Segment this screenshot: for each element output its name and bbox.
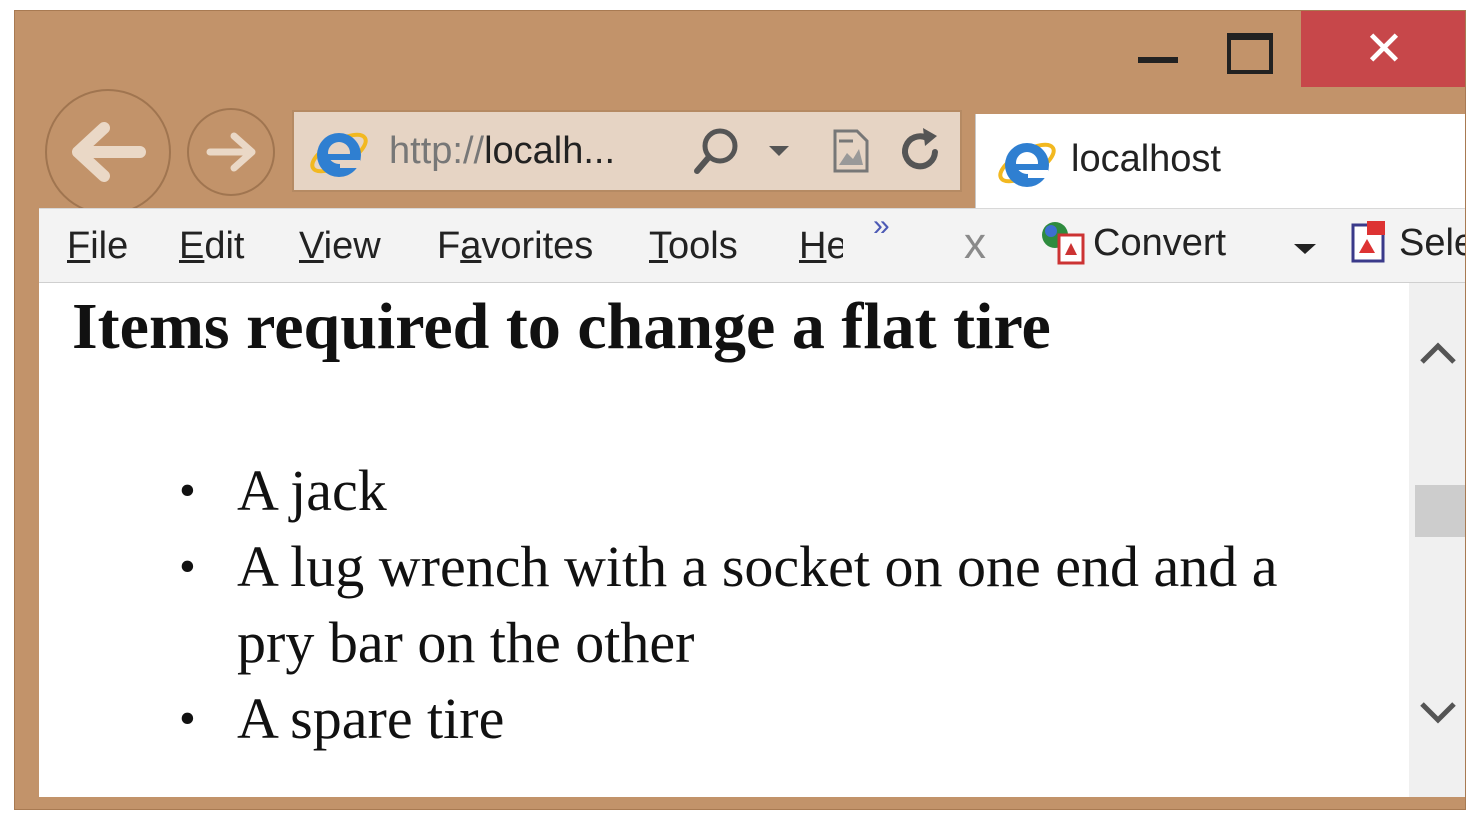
dropdown-arrow-icon [769,146,789,156]
search-icon [694,128,738,174]
close-icon: ✕ [1363,23,1405,76]
menu-file[interactable]: File [67,225,128,268]
menu-favorites[interactable]: Favorites [437,225,593,268]
menu-edit[interactable]: Edit [179,225,245,268]
window-bottom-border [39,797,1465,809]
refresh-button[interactable] [894,124,948,178]
chevron-up-icon [1420,342,1456,364]
list-item: A jack [179,453,1297,529]
menu-tools-label: ools [668,225,738,267]
convert-label: Convert [1093,221,1227,264]
maximize-icon [1227,33,1273,74]
page-content: Items required to change a flat tire A j… [39,283,1465,799]
menu-overflow-icon[interactable]: » [873,209,890,243]
menu-view-label: iew [323,225,381,267]
menu-help[interactable]: He [799,225,843,268]
menu-view-accel: V [299,225,324,267]
ie-logo-icon [310,132,368,177]
select-label: Sele [1399,221,1465,264]
minimize-icon [1138,57,1178,63]
maximize-button[interactable] [1210,11,1290,87]
menu-view[interactable]: View [299,225,381,268]
pdf-select-icon [1351,221,1385,263]
menu-favorites-label: vorites [481,225,594,267]
toolbar-close-icon[interactable]: x [964,219,986,269]
menu-tools-accel: T [649,225,668,267]
page-title: Items required to change a flat tire [72,290,1051,363]
scroll-up-button[interactable] [1409,323,1465,383]
back-button[interactable] [45,89,171,215]
url-text[interactable]: http://localh... [389,130,615,173]
url-host: localh... [484,130,616,172]
menu-help-label: e [826,225,843,267]
refresh-icon [902,128,938,170]
compatibility-view-icon [833,129,869,173]
menu-file-accel: F [67,225,91,267]
compatibility-view-button[interactable] [829,124,873,178]
close-button[interactable]: ✕ [1301,11,1465,87]
menu-favorites-accel: a [460,225,482,267]
menu-file-label: ile [90,225,129,267]
chevron-down-icon [1420,702,1456,724]
tab-title: localhost [1071,138,1221,180]
vertical-scrollbar[interactable] [1409,283,1465,799]
menu-favorites-pre: F [437,225,461,267]
url-prefix: http:// [389,130,485,172]
pdf-convert-icon [1042,222,1085,265]
minimize-button[interactable] [1120,11,1200,87]
tab-ie-logo-icon [998,142,1056,187]
menu-edit-label: dit [204,225,245,267]
menu-tools[interactable]: Tools [649,225,738,268]
browser-window: ✕ http://localh... localhost File Edit V… [14,10,1466,810]
item-list: A jack A lug wrench with a socket on one… [179,453,1297,757]
menu-help-accel: H [799,225,827,267]
search-button[interactable] [689,124,743,178]
convert-dropdown-icon[interactable] [1294,244,1316,254]
list-item: A lug wrench with a socket on one end an… [179,529,1297,681]
scroll-down-button[interactable] [1409,683,1465,743]
convert-button[interactable]: Convert [1039,219,1226,267]
forward-button[interactable] [187,108,275,196]
forward-arrow-icon [206,132,256,172]
back-arrow-icon [72,122,146,182]
menu-bar: File Edit View Favorites Tools He » x Co… [39,208,1465,283]
scroll-thumb[interactable] [1415,485,1465,537]
menu-edit-accel: E [179,225,205,267]
address-dropdown-button[interactable] [764,124,794,178]
address-bar[interactable]: http://localh... [292,110,962,192]
select-button[interactable]: Sele [1349,219,1465,267]
tab-localhost[interactable]: localhost [975,114,1465,214]
list-item: A spare tire [179,681,1297,757]
